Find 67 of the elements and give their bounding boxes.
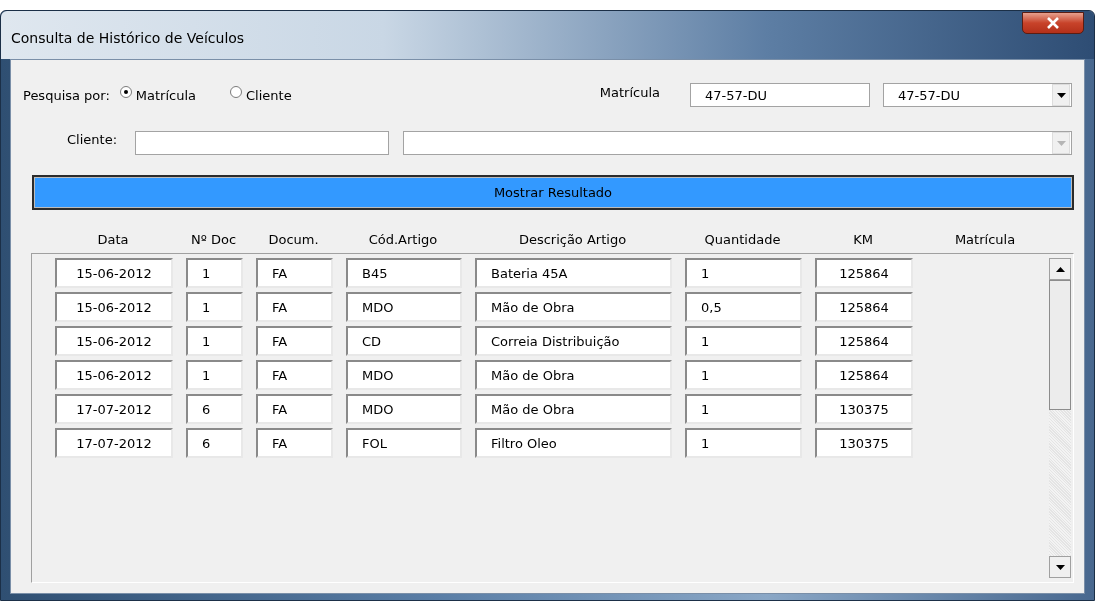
table-cell: 1 <box>186 258 243 288</box>
table-cell: 1 <box>685 394 802 424</box>
table-cell: 0,5 <box>685 292 802 322</box>
table-cell: B45 <box>346 258 462 288</box>
close-icon <box>1046 17 1060 29</box>
window-title: Consulta de Histórico de Veículos <box>11 29 245 46</box>
table-cell: FA <box>256 258 333 288</box>
table-cell: FA <box>256 292 333 322</box>
radio-option[interactable]: Cliente <box>230 87 292 103</box>
show-results-button[interactable]: Mostrar Resultado <box>32 175 1074 210</box>
plate-label: Matrícula <box>599 84 660 100</box>
dropdown-arrow-icon <box>1056 140 1066 146</box>
column-header: Docum. <box>267 232 320 247</box>
table-cell: 130375 <box>815 428 913 458</box>
table-cell: 6 <box>186 394 243 424</box>
search-by-label: Pesquisa por: <box>23 87 110 103</box>
table-cell: Mão de Obra <box>475 360 672 390</box>
plate-dropdown[interactable]: 47-57-DU <box>883 83 1072 107</box>
table-cell: FA <box>256 326 333 356</box>
table-cell: 17-07-2012 <box>55 394 173 424</box>
table-cell: MDO <box>346 394 462 424</box>
column-header: Quantidade <box>703 232 782 247</box>
table-cell: Mão de Obra <box>475 292 672 322</box>
dropdown-arrow-icon <box>1056 92 1066 98</box>
column-header: Data <box>96 232 130 247</box>
scroll-up-icon <box>1055 266 1065 272</box>
table-cell: MDO <box>346 360 462 390</box>
table-cell: 15-06-2012 <box>55 258 173 288</box>
client-field[interactable] <box>135 131 389 155</box>
scrollbar[interactable] <box>1049 258 1071 578</box>
column-header: Matrícula <box>953 232 1017 247</box>
table-cell: 1 <box>685 428 802 458</box>
table-cell: 125864 <box>815 258 913 288</box>
table-cell: 15-06-2012 <box>55 360 173 390</box>
table-cell: 15-06-2012 <box>55 292 173 322</box>
client-label: Cliente: <box>67 131 117 147</box>
table-cell: 125864 <box>815 326 913 356</box>
table-cell: Bateria 45A <box>475 258 672 288</box>
table-cell: FA <box>256 360 333 390</box>
table-cell: 125864 <box>815 360 913 390</box>
table-cell: 125864 <box>815 292 913 322</box>
table-cell: Filtro Oleo <box>475 428 672 458</box>
table-cell: 1 <box>186 326 243 356</box>
column-header: Cód.Artigo <box>367 232 439 247</box>
table-cell: MDO <box>346 292 462 322</box>
table-cell: 15-06-2012 <box>55 326 173 356</box>
table-cell: FA <box>256 428 333 458</box>
table-cell: 17-07-2012 <box>55 428 173 458</box>
table-cell: 1 <box>186 360 243 390</box>
table-cell: FOL <box>346 428 462 458</box>
table-cell: Correia Distribuição <box>475 326 672 356</box>
radio-option[interactable]: Matrícula <box>119 87 197 103</box>
column-header: KM <box>852 232 874 247</box>
table-cell: Mão de Obra <box>475 394 672 424</box>
table-cell: FA <box>256 394 333 424</box>
scroll-down-icon <box>1055 564 1065 570</box>
table-cell: 1 <box>685 326 802 356</box>
table-cell: 6 <box>186 428 243 458</box>
table-cell: 1 <box>186 292 243 322</box>
column-header: Nº Doc <box>189 232 238 247</box>
plate-field[interactable]: 47-57-DU <box>690 83 870 107</box>
table-cell: 1 <box>685 258 802 288</box>
column-header: Descrição Artigo <box>517 232 628 247</box>
close-button[interactable] <box>1022 12 1084 34</box>
table-cell: 130375 <box>815 394 913 424</box>
table-cell: 1 <box>685 360 802 390</box>
table-cell: CD <box>346 326 462 356</box>
